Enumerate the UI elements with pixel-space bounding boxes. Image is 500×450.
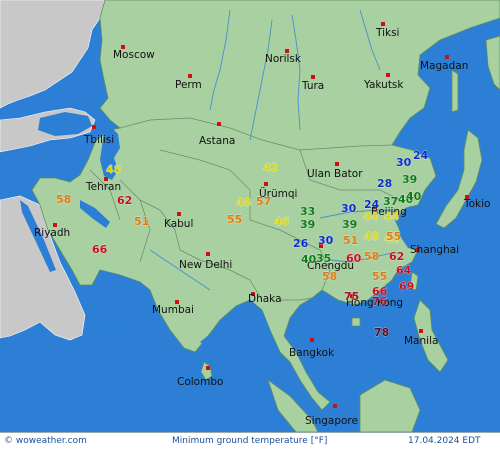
city-marker bbox=[206, 252, 210, 256]
map-date: 17.04.2024 EDT bbox=[408, 436, 481, 446]
temperature-value: 75 bbox=[344, 290, 359, 303]
temperature-value: 24 bbox=[413, 149, 429, 162]
temperature-value: 30 bbox=[341, 202, 357, 215]
temperature-value: 62 bbox=[117, 194, 132, 207]
temperature-value: 26 bbox=[293, 237, 309, 250]
city-label: Ulan Bator bbox=[307, 168, 363, 180]
temperature-value: 55 bbox=[372, 270, 387, 283]
city-label: Astana bbox=[199, 135, 235, 147]
city-label: Shanghai bbox=[410, 244, 459, 256]
temperature-value: 44 bbox=[384, 210, 400, 223]
city-label: Norilsk bbox=[265, 53, 302, 65]
temperature-value: 40 bbox=[406, 190, 422, 203]
city-marker bbox=[386, 73, 390, 77]
temperature-value: 66 bbox=[92, 243, 108, 256]
city-label: Kabul bbox=[164, 218, 193, 230]
sakhalin bbox=[451, 69, 459, 113]
city-label: Tokio bbox=[463, 198, 490, 210]
temperature-value: 64 bbox=[396, 264, 412, 277]
city-marker bbox=[310, 338, 314, 342]
city-marker bbox=[206, 366, 210, 370]
temperature-value: 62 bbox=[389, 250, 404, 263]
temperature-value: 39 bbox=[342, 218, 357, 231]
city-marker bbox=[264, 182, 268, 186]
temperature-value: 76 bbox=[372, 295, 388, 308]
temperature-value: 33 bbox=[300, 205, 315, 218]
temperature-value: 30 bbox=[318, 234, 334, 247]
city-label: Singapore bbox=[305, 415, 358, 427]
city-marker bbox=[445, 55, 449, 59]
temperature-value: 44 bbox=[363, 210, 379, 223]
temperature-value: 40 bbox=[301, 253, 317, 266]
city-label: Perm bbox=[175, 79, 202, 91]
city-label: Yakutsk bbox=[363, 79, 404, 91]
temperature-value: 51 bbox=[134, 215, 149, 228]
temperature-value: 60 bbox=[346, 252, 362, 265]
temperature-value: 51 bbox=[343, 234, 358, 247]
temperature-value: 35 bbox=[316, 252, 331, 265]
city-marker bbox=[188, 74, 192, 78]
temperature-value: 39 bbox=[402, 173, 417, 186]
temperature-value: 78 bbox=[374, 326, 389, 339]
city-marker bbox=[333, 404, 337, 408]
city-label: Tehran bbox=[85, 181, 121, 193]
city-marker bbox=[419, 329, 423, 333]
temperature-value: 28 bbox=[377, 177, 392, 190]
temperature-value: 57 bbox=[256, 195, 271, 208]
city-label: Manila bbox=[404, 335, 438, 347]
city-label: Tura bbox=[301, 80, 324, 92]
temperature-value: 55 bbox=[227, 213, 242, 226]
city-label: Tiksi bbox=[375, 27, 399, 39]
temperature-value: 48 bbox=[106, 163, 121, 176]
temperature-value: 30 bbox=[396, 156, 412, 169]
city-label: Magadan bbox=[420, 60, 468, 72]
city-marker bbox=[217, 122, 221, 126]
temperature-value: 42 bbox=[263, 161, 278, 174]
copyright-link[interactable]: © woweather.com bbox=[4, 436, 87, 446]
city-label: Colombo bbox=[177, 376, 223, 388]
city-marker bbox=[381, 22, 385, 26]
city-marker bbox=[335, 162, 339, 166]
temperature-value: 69 bbox=[399, 280, 414, 293]
city-label: Tbilisi bbox=[83, 134, 114, 146]
temperature-value: 37 bbox=[383, 195, 398, 208]
temperature-value: 58 bbox=[322, 270, 337, 283]
temperature-value: 58 bbox=[364, 250, 379, 263]
temperature-value: 58 bbox=[56, 193, 71, 206]
city-marker bbox=[177, 212, 181, 216]
hainan bbox=[351, 317, 361, 327]
city-marker bbox=[92, 125, 96, 129]
city-label: Dhaka bbox=[248, 293, 282, 305]
map-title: Minimum ground temperature [°F] bbox=[172, 436, 328, 446]
city-label: Mumbai bbox=[152, 304, 194, 316]
city-label: New Delhi bbox=[179, 259, 232, 271]
city-label: Bangkok bbox=[289, 347, 335, 359]
temperature-value: 39 bbox=[300, 218, 315, 231]
weather-map: Moscow Perm Norilsk Tura Tiksi Yakutsk Magadan… bbox=[0, 0, 500, 432]
temperature-value: 49 bbox=[364, 230, 379, 243]
temperature-value: 48 bbox=[236, 196, 251, 209]
footer-bar: © woweather.com Minimum ground temperatu… bbox=[0, 432, 500, 450]
temperature-value: 46 bbox=[274, 215, 290, 228]
city-label: Riyadh bbox=[34, 227, 70, 239]
temperature-value: 55 bbox=[386, 230, 401, 243]
city-marker bbox=[311, 75, 315, 79]
city-label: Moscow bbox=[113, 49, 155, 61]
